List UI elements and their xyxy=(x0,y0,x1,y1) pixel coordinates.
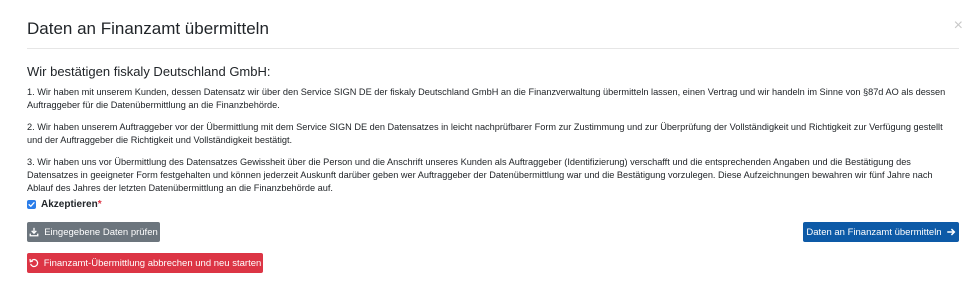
modal-body: Wir bestätigen fiskaly Deutschland GmbH:… xyxy=(27,64,959,204)
confirmation-heading: Wir bestätigen fiskaly Deutschland GmbH: xyxy=(27,64,271,79)
accept-checkbox[interactable] xyxy=(27,200,36,209)
confirmation-paragraph-1: 1. Wir haben mit unserem Kunden, dessen … xyxy=(27,87,946,110)
confirmation-paragraph-2: 2. Wir haben unserem Auftraggeber vor de… xyxy=(27,122,943,145)
close-icon[interactable]: × xyxy=(954,18,963,34)
required-marker: * xyxy=(97,199,102,210)
abort-button[interactable]: Finanzamt-Übermittlung abbrechen und neu… xyxy=(27,253,263,273)
accept-row: Akzeptieren * xyxy=(27,199,102,210)
submit-label: Daten an Finanzamt übermitteln xyxy=(806,226,942,238)
download-icon xyxy=(29,227,39,237)
check-data-label: Eingegebene Daten prüfen xyxy=(44,226,158,238)
checkmark-icon xyxy=(28,202,35,207)
modal-title: Daten an Finanzamt übermitteln xyxy=(27,19,269,38)
transmission-modal: Daten an Finanzamt übermitteln × Wir bes… xyxy=(0,0,980,301)
check-data-button[interactable]: Eingegebene Daten prüfen xyxy=(27,222,160,242)
confirmation-paragraph-3: 3. Wir haben uns vor Übermittlung des Da… xyxy=(27,157,933,193)
abort-label: Finanzamt-Übermittlung abbrechen und neu… xyxy=(43,257,262,269)
modal-header: Daten an Finanzamt übermitteln × xyxy=(27,0,963,49)
submit-button[interactable]: Daten an Finanzamt übermitteln xyxy=(803,222,959,242)
arrow-right-icon xyxy=(946,227,956,237)
accept-label[interactable]: Akzeptieren xyxy=(41,199,98,210)
undo-icon xyxy=(29,258,39,268)
